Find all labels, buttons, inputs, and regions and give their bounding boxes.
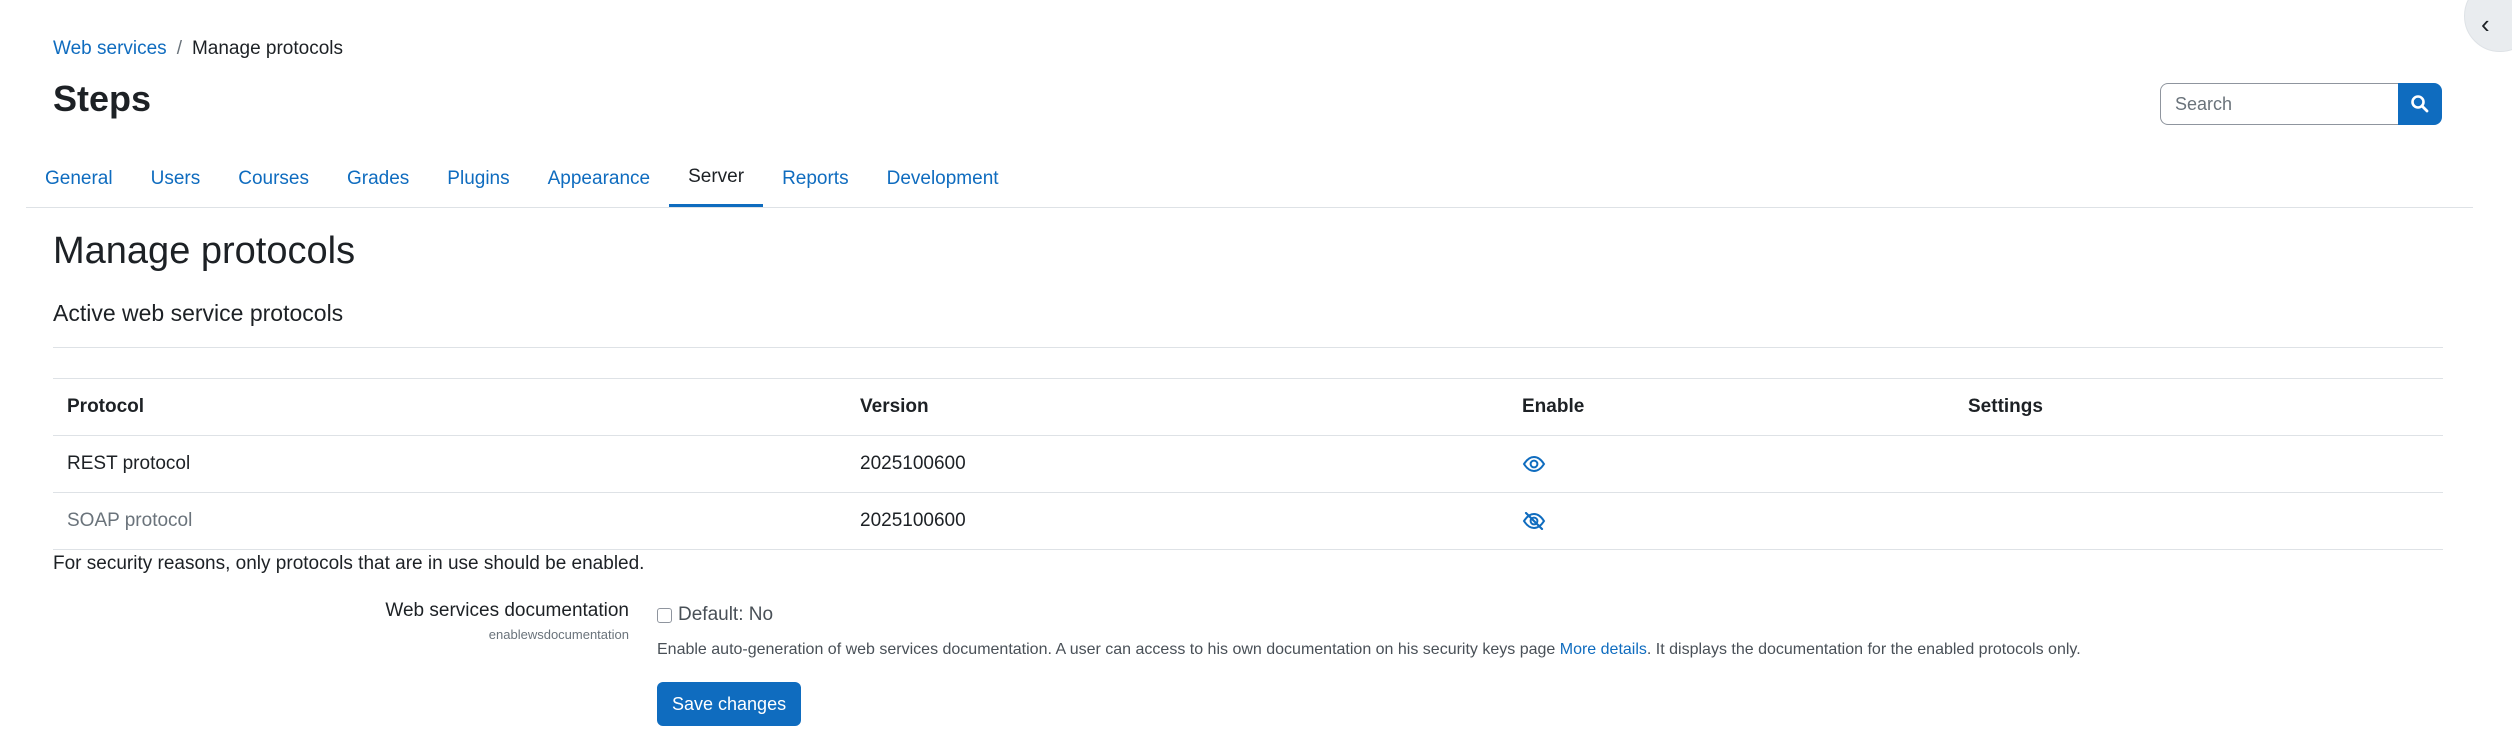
search-form — [2160, 83, 2442, 127]
column-header-settings: Settings — [1954, 378, 2443, 436]
table-row: SOAP protocol 2025100600 — [53, 492, 2443, 550]
column-header-protocol: Protocol — [53, 378, 846, 436]
protocol-name: REST protocol — [53, 435, 846, 493]
settings-cell — [1954, 492, 2443, 550]
setting-key: enablewsdocumentation — [488, 627, 629, 642]
protocols-table: Protocol Version Enable Settings REST pr… — [53, 378, 2443, 550]
column-header-enable: Enable — [1508, 378, 1954, 436]
setting-description-text-end: . It displays the documentation for the … — [1646, 641, 2081, 658]
tab-users[interactable]: Users — [132, 150, 220, 207]
tab-grades[interactable]: Grades — [328, 150, 428, 207]
protocol-version: 2025100600 — [846, 492, 1508, 550]
breadcrumb-link-web-services[interactable]: Web services — [53, 38, 167, 60]
search-icon — [2411, 95, 2429, 113]
enable-cell — [1508, 435, 1954, 493]
table-header-row: Protocol Version Enable Settings — [53, 378, 2443, 436]
divider — [53, 347, 2443, 348]
eye-icon[interactable] — [1522, 455, 1546, 473]
tab-reports[interactable]: Reports — [763, 150, 868, 207]
eye-slash-icon[interactable] — [1522, 512, 1546, 530]
enable-cell — [1508, 492, 1954, 550]
security-note: For security reasons, only protocols tha… — [53, 553, 645, 574]
tab-plugins[interactable]: Plugins — [428, 150, 528, 207]
documentation-checkbox[interactable] — [657, 607, 672, 623]
breadcrumb: Web services / Manage protocols — [53, 38, 343, 60]
page: ‹ Web services / Manage protocols Steps … — [0, 0, 2512, 745]
save-changes-button[interactable]: Save changes — [657, 682, 802, 726]
column-header-version: Version — [846, 378, 1508, 436]
section-subheading: Active web service protocols — [53, 300, 344, 326]
more-details-link[interactable]: More details — [1560, 641, 1647, 658]
protocol-name: SOAP protocol — [53, 492, 846, 550]
breadcrumb-current: Manage protocols — [191, 38, 344, 59]
setting-name: Web services documentation — [385, 600, 629, 621]
breadcrumb-separator: / — [176, 38, 182, 59]
settings-cell — [1954, 435, 2443, 493]
protocol-version: 2025100600 — [846, 435, 1508, 493]
drawer-toggle-button[interactable]: ‹ — [2464, 0, 2512, 52]
table-row: REST protocol 2025100600 — [53, 435, 2443, 493]
documentation-checkbox-control[interactable]: Default: No — [657, 604, 773, 626]
page-title: Steps — [53, 78, 152, 119]
setting-description-text: Enable auto-generation of web services d… — [657, 641, 1560, 658]
setting-description: Enable auto-generation of web services d… — [657, 641, 2081, 659]
section-heading: Manage protocols — [53, 230, 356, 272]
setting-label: Web services documentation enablewsdocum… — [53, 600, 629, 642]
search-button[interactable] — [2398, 83, 2442, 125]
search-input[interactable] — [2160, 83, 2398, 125]
setting-default: Default: No — [678, 604, 774, 625]
chevron-left-icon: ‹ — [2481, 9, 2490, 39]
tab-server[interactable]: Server — [669, 150, 764, 207]
tab-general[interactable]: General — [26, 150, 132, 207]
tab-appearance[interactable]: Appearance — [529, 150, 669, 207]
tab-development[interactable]: Development — [868, 150, 1018, 207]
tab-courses[interactable]: Courses — [219, 150, 328, 207]
admin-tabs: General Users Courses Grades Plugins App… — [26, 150, 2473, 208]
